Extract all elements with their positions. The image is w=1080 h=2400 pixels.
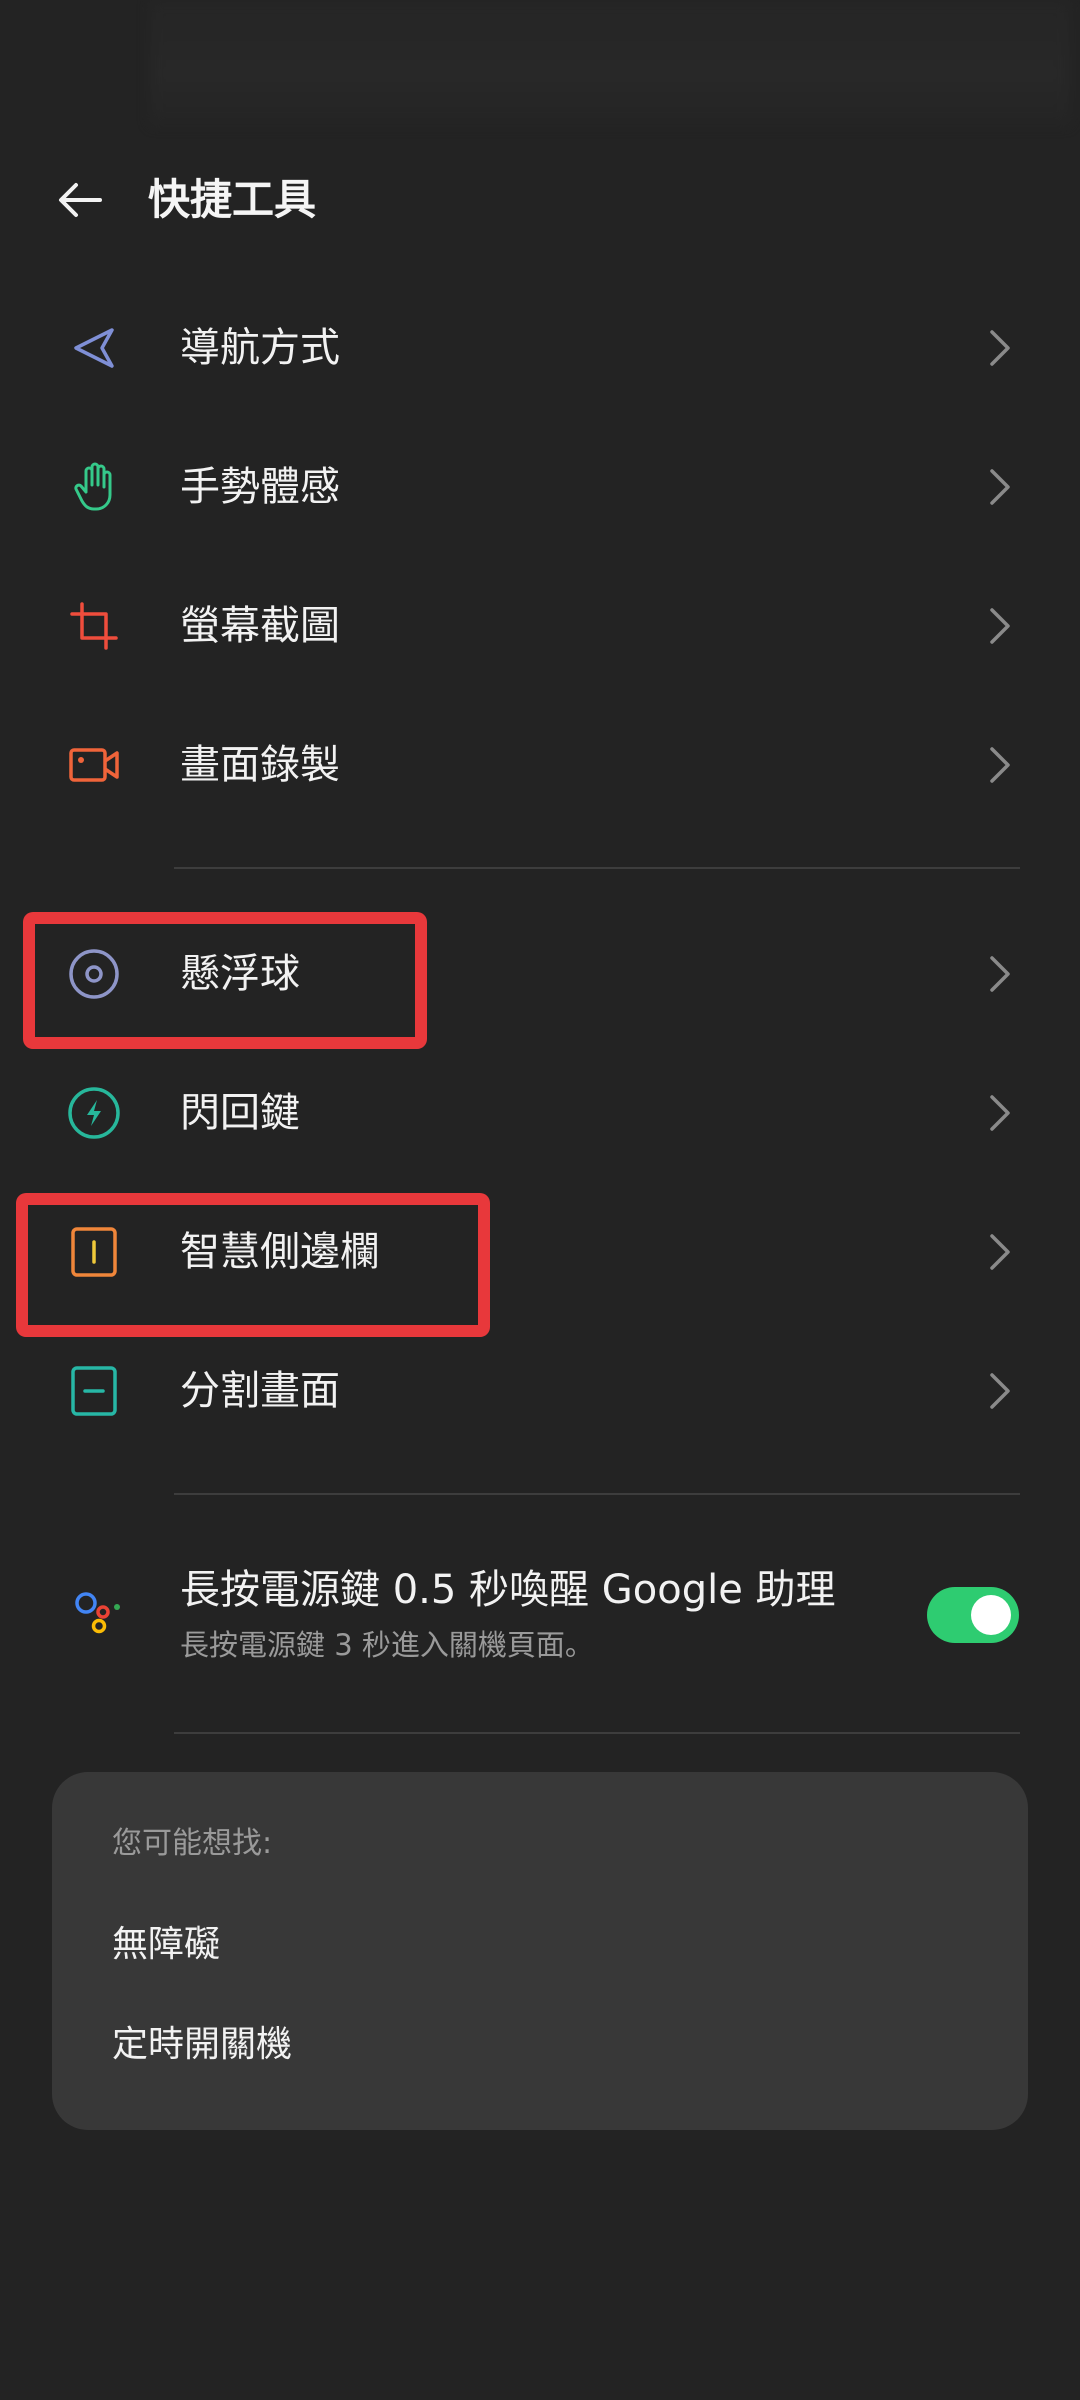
toggle-knob [971,1595,1011,1635]
menu-item-screen-record[interactable]: 畫面錄製 [0,700,1080,830]
highlight-box-floating-ball [23,912,427,1049]
screen: 快捷工具 導航方式 手勢體感 螢幕截圖 畫面錄製 懸浮球 閃回鍵 智慧側邊欄 分… [0,0,1080,2400]
section-divider [174,1493,1020,1495]
suggestion-link-accessibility[interactable]: 無障礙 [112,1922,220,1968]
assistant-title: 長按電源鍵 0.5 秒喚醒 Google 助理 [180,1567,836,1613]
menu-item-screenshot[interactable]: 螢幕截圖 [0,561,1080,691]
chevron-right-icon [980,601,1020,651]
menu-item-gesture[interactable]: 手勢體感 [0,422,1080,552]
chevron-right-icon [980,462,1020,512]
page-title: 快捷工具 [148,175,317,224]
hand-gesture-icon [66,459,122,515]
video-camera-icon [66,737,122,793]
assistant-toggle-switch[interactable] [927,1587,1019,1643]
status-bar-blur [150,0,1070,125]
chevron-right-icon [980,1088,1020,1138]
chevron-right-icon [980,1366,1020,1416]
chevron-right-icon [980,949,1020,999]
chevron-right-icon [980,323,1020,373]
arrow-left-icon [59,183,102,217]
menu-item-label: 螢幕截圖 [180,603,340,649]
google-assistant-row[interactable]: 長按電源鍵 0.5 秒喚醒 Google 助理 長按電源鍵 3 秒進入關機頁面。 [0,1555,1080,1675]
suggestions-card: 您可能想找: 無障礙 定時開關機 [52,1772,1028,2130]
highlight-box-smart-sidebar [16,1193,490,1337]
navigation-arrow-icon [66,320,122,376]
section-divider [174,1732,1020,1734]
menu-item-label: 手勢體感 [180,464,340,510]
suggestions-heading: 您可能想找: [112,1826,273,1861]
menu-item-label: 閃回鍵 [180,1090,300,1136]
suggestion-link-scheduled-power[interactable]: 定時開關機 [112,2022,292,2068]
menu-item-label: 導航方式 [180,325,340,371]
menu-item-flashback-key[interactable]: 閃回鍵 [0,1048,1080,1178]
back-button[interactable] [40,170,120,230]
flash-bolt-icon [66,1085,122,1141]
google-assistant-icon [70,1585,126,1641]
split-screen-icon [66,1363,122,1419]
section-divider [174,867,1020,869]
chevron-right-icon [980,740,1020,790]
menu-item-split-screen[interactable]: 分割畫面 [0,1326,1080,1456]
menu-item-label: 分割畫面 [180,1368,340,1414]
crop-screenshot-icon [66,598,122,654]
page-header: 快捷工具 [0,150,1080,250]
menu-item-navigation[interactable]: 導航方式 [0,283,1080,413]
chevron-right-icon [980,1227,1020,1277]
assistant-subtitle: 長按電源鍵 3 秒進入關機頁面。 [180,1628,594,1662]
menu-item-label: 畫面錄製 [180,742,340,788]
